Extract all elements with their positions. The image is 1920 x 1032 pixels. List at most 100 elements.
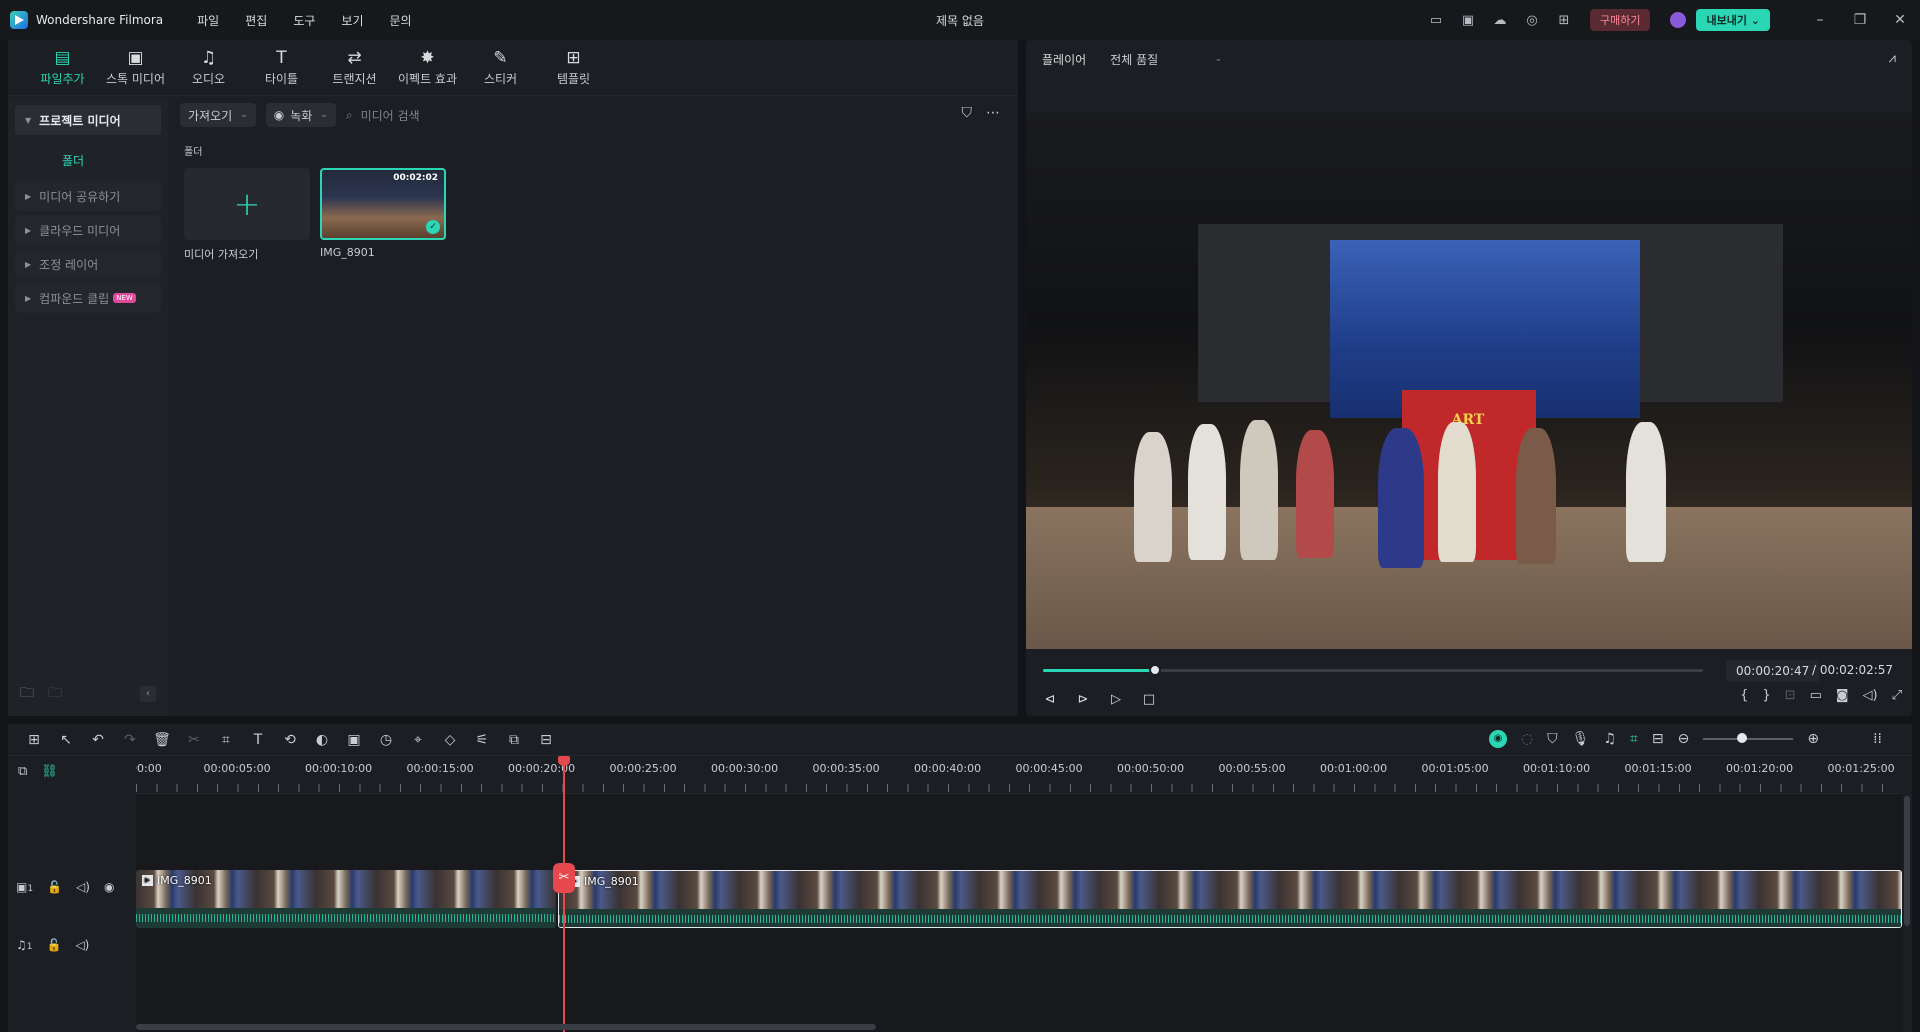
crop-icon[interactable]: ⌗ bbox=[210, 732, 242, 748]
quality-dropdown[interactable]: 전체 품질 ⌄ bbox=[1110, 51, 1222, 68]
collapse-sidebar-icon[interactable]: ‹ bbox=[140, 686, 156, 702]
redo-icon[interactable]: ↷ bbox=[114, 732, 146, 748]
restore-icon[interactable]: ❐ bbox=[1840, 12, 1880, 28]
sidebar-folder[interactable]: 폴더 bbox=[8, 143, 168, 177]
lock-icon[interactable]: 🔓 bbox=[47, 880, 62, 894]
zoom-knob[interactable] bbox=[1737, 733, 1748, 743]
tool-media[interactable]: ▤ 파일추가 bbox=[26, 48, 99, 95]
menu-help[interactable]: 문의 bbox=[390, 12, 412, 29]
tool-stock-media[interactable]: ▣ 스톡 미디어 bbox=[99, 48, 172, 95]
mark-out-icon[interactable]: } bbox=[1762, 688, 1770, 703]
menu-edit[interactable]: 편집 bbox=[245, 12, 267, 29]
progress-track[interactable] bbox=[1043, 669, 1703, 672]
folder-icon[interactable]: 🗀 bbox=[48, 682, 62, 706]
scopes-icon[interactable]: ⩘ bbox=[1889, 51, 1896, 66]
audio-mix-icon[interactable]: ♫ bbox=[1603, 731, 1616, 747]
zoom-in-icon[interactable]: ⊕ bbox=[1807, 731, 1819, 747]
add-track-icon[interactable]: ⧉ bbox=[18, 764, 27, 779]
mute-icon[interactable]: ◁) bbox=[76, 880, 90, 894]
more-icon[interactable]: ⋯ bbox=[986, 105, 1000, 121]
play-frame-icon[interactable]: ⊳ bbox=[1074, 692, 1092, 707]
menu-view[interactable]: 보기 bbox=[341, 12, 363, 29]
mark-in-icon[interactable]: { bbox=[1740, 688, 1748, 703]
playhead[interactable] bbox=[563, 756, 565, 1032]
microphone-icon[interactable]: 🎙 bbox=[1572, 731, 1590, 747]
play-icon[interactable]: ▷ bbox=[1107, 692, 1125, 707]
menu-file[interactable]: 파일 bbox=[197, 12, 219, 29]
current-time[interactable]: 00:00:20:47 bbox=[1726, 660, 1820, 682]
link-icon[interactable]: ⛓ bbox=[41, 764, 58, 779]
stop-icon[interactable]: □ bbox=[1140, 692, 1158, 707]
render-toggle-icon[interactable]: ◉ bbox=[1488, 730, 1507, 748]
zoom-out-icon[interactable]: ⊖ bbox=[1678, 731, 1690, 747]
progress-knob[interactable] bbox=[1149, 664, 1162, 676]
select-tool-icon[interactable]: ↖ bbox=[50, 732, 82, 748]
delete-icon[interactable]: 🗑 bbox=[146, 732, 178, 748]
new-folder-icon[interactable]: 🗀 bbox=[20, 682, 34, 706]
auto-highlight-icon[interactable]: ◌ bbox=[1521, 731, 1533, 747]
color-icon[interactable]: ◐ bbox=[306, 732, 338, 748]
text-icon[interactable]: T bbox=[242, 732, 274, 748]
safe-zone-icon[interactable]: ⊡ bbox=[1785, 688, 1796, 703]
replace-icon[interactable]: ⊟ bbox=[1652, 731, 1664, 747]
tool-effects[interactable]: ✸ 이펙트 효과 bbox=[391, 48, 464, 95]
display-icon[interactable]: ▭ bbox=[1810, 688, 1822, 703]
avatar[interactable] bbox=[1670, 12, 1687, 28]
filter-icon[interactable]: ⛉ bbox=[962, 105, 973, 121]
lock-icon[interactable]: 🔓 bbox=[47, 938, 62, 952]
export-button[interactable]: 내보내기 ⌄ bbox=[1696, 9, 1770, 31]
adjust-icon[interactable]: ⚟ bbox=[466, 732, 498, 748]
split-icon[interactable]: ⊟ bbox=[530, 732, 562, 748]
prev-frame-icon[interactable]: ⊲ bbox=[1041, 692, 1059, 707]
sidebar-item-cloud-media[interactable]: ▶ 클라우드 미디어 bbox=[15, 215, 161, 245]
sidebar-item-adjustment-layer[interactable]: ▶ 조정 레이어 bbox=[15, 249, 161, 279]
mute-icon[interactable]: ◁) bbox=[75, 938, 89, 952]
close-icon[interactable]: ✕ bbox=[1880, 12, 1920, 28]
cut-icon[interactable]: ✂ bbox=[178, 732, 210, 748]
fullscreen-icon[interactable]: ⤢ bbox=[1892, 688, 1902, 703]
snapshot-icon[interactable]: ◙ bbox=[1836, 688, 1849, 703]
volume-icon[interactable]: ◁) bbox=[1863, 688, 1878, 703]
video-preview[interactable]: ART bbox=[1026, 112, 1912, 649]
sidebar-item-compound-clip[interactable]: ▶ 컴파운드 클립 NEW bbox=[15, 283, 161, 313]
video-clip[interactable]: ▶ IMG_8901 bbox=[136, 870, 556, 928]
snap-icon[interactable]: ⌗ bbox=[1630, 731, 1638, 747]
menu-tools[interactable]: 도구 bbox=[293, 12, 315, 29]
record-dropdown[interactable]: ◉ 녹화 ⌄ bbox=[265, 103, 336, 127]
playhead-handle[interactable] bbox=[558, 756, 570, 766]
tool-audio[interactable]: ♫ 오디오 bbox=[172, 48, 245, 95]
buy-button[interactable]: 구매하기 bbox=[1589, 9, 1651, 31]
cloud-upload-icon[interactable]: ☁ bbox=[1491, 12, 1509, 28]
scissors-icon[interactable]: ✂ bbox=[553, 863, 575, 893]
tool-transitions[interactable]: ⇄ 트랜지션 bbox=[318, 48, 391, 95]
search-input[interactable]: 미디어 검색 bbox=[361, 107, 420, 124]
import-media-tile[interactable]: + 미디어 가져오기 bbox=[184, 168, 310, 262]
shield-icon[interactable]: ⛉ bbox=[1547, 731, 1558, 747]
sidebar-project-media[interactable]: ▼ 프로젝트 미디어 bbox=[15, 105, 161, 135]
tool-titles[interactable]: T 타이틀 bbox=[245, 48, 318, 95]
vertical-scrollbar[interactable] bbox=[1904, 796, 1910, 926]
apps-grid-icon[interactable]: ⊞ bbox=[1555, 12, 1573, 28]
group-icon[interactable]: ⧉ bbox=[498, 732, 530, 748]
keyframe-icon[interactable]: ◇ bbox=[434, 732, 466, 748]
eye-icon[interactable]: ◉ bbox=[104, 880, 114, 894]
undo-icon[interactable]: ↶ bbox=[82, 732, 114, 748]
tool-templates[interactable]: ⊞ 템플릿 bbox=[537, 48, 610, 95]
media-search[interactable]: ⌕ 미디어 검색 bbox=[346, 107, 420, 124]
plus-icon[interactable]: + bbox=[184, 168, 310, 240]
rotate-icon[interactable]: ⟲ bbox=[274, 732, 306, 748]
media-clip-tile[interactable]: 00:02:02 ✓ IMG_8901 bbox=[320, 168, 446, 262]
minimize-icon[interactable]: – bbox=[1800, 12, 1840, 28]
speed-icon[interactable]: ◷ bbox=[370, 732, 402, 748]
sidebar-item-share-media[interactable]: ▶ 미디어 공유하기 bbox=[15, 181, 161, 211]
mask-icon[interactable]: ▣ bbox=[338, 732, 370, 748]
grid-icon[interactable]: ⊞ bbox=[18, 732, 50, 748]
time-ruler[interactable]: 00:00 00:00:05:00 00:00:10:00 00:00:15:00 00… bbox=[136, 756, 1902, 794]
headset-icon[interactable]: ◎ bbox=[1523, 12, 1541, 28]
layout-icon[interactable]: ▭ bbox=[1427, 12, 1445, 28]
layout-grid-icon[interactable]: ⁞⁞ bbox=[1873, 731, 1882, 747]
fit-icon[interactable]: ⌖ bbox=[402, 732, 434, 748]
import-dropdown[interactable]: 가져오기 ⌄ bbox=[180, 103, 256, 127]
tool-stickers[interactable]: ✎ 스티커 bbox=[464, 48, 537, 95]
zoom-slider[interactable] bbox=[1703, 733, 1794, 743]
